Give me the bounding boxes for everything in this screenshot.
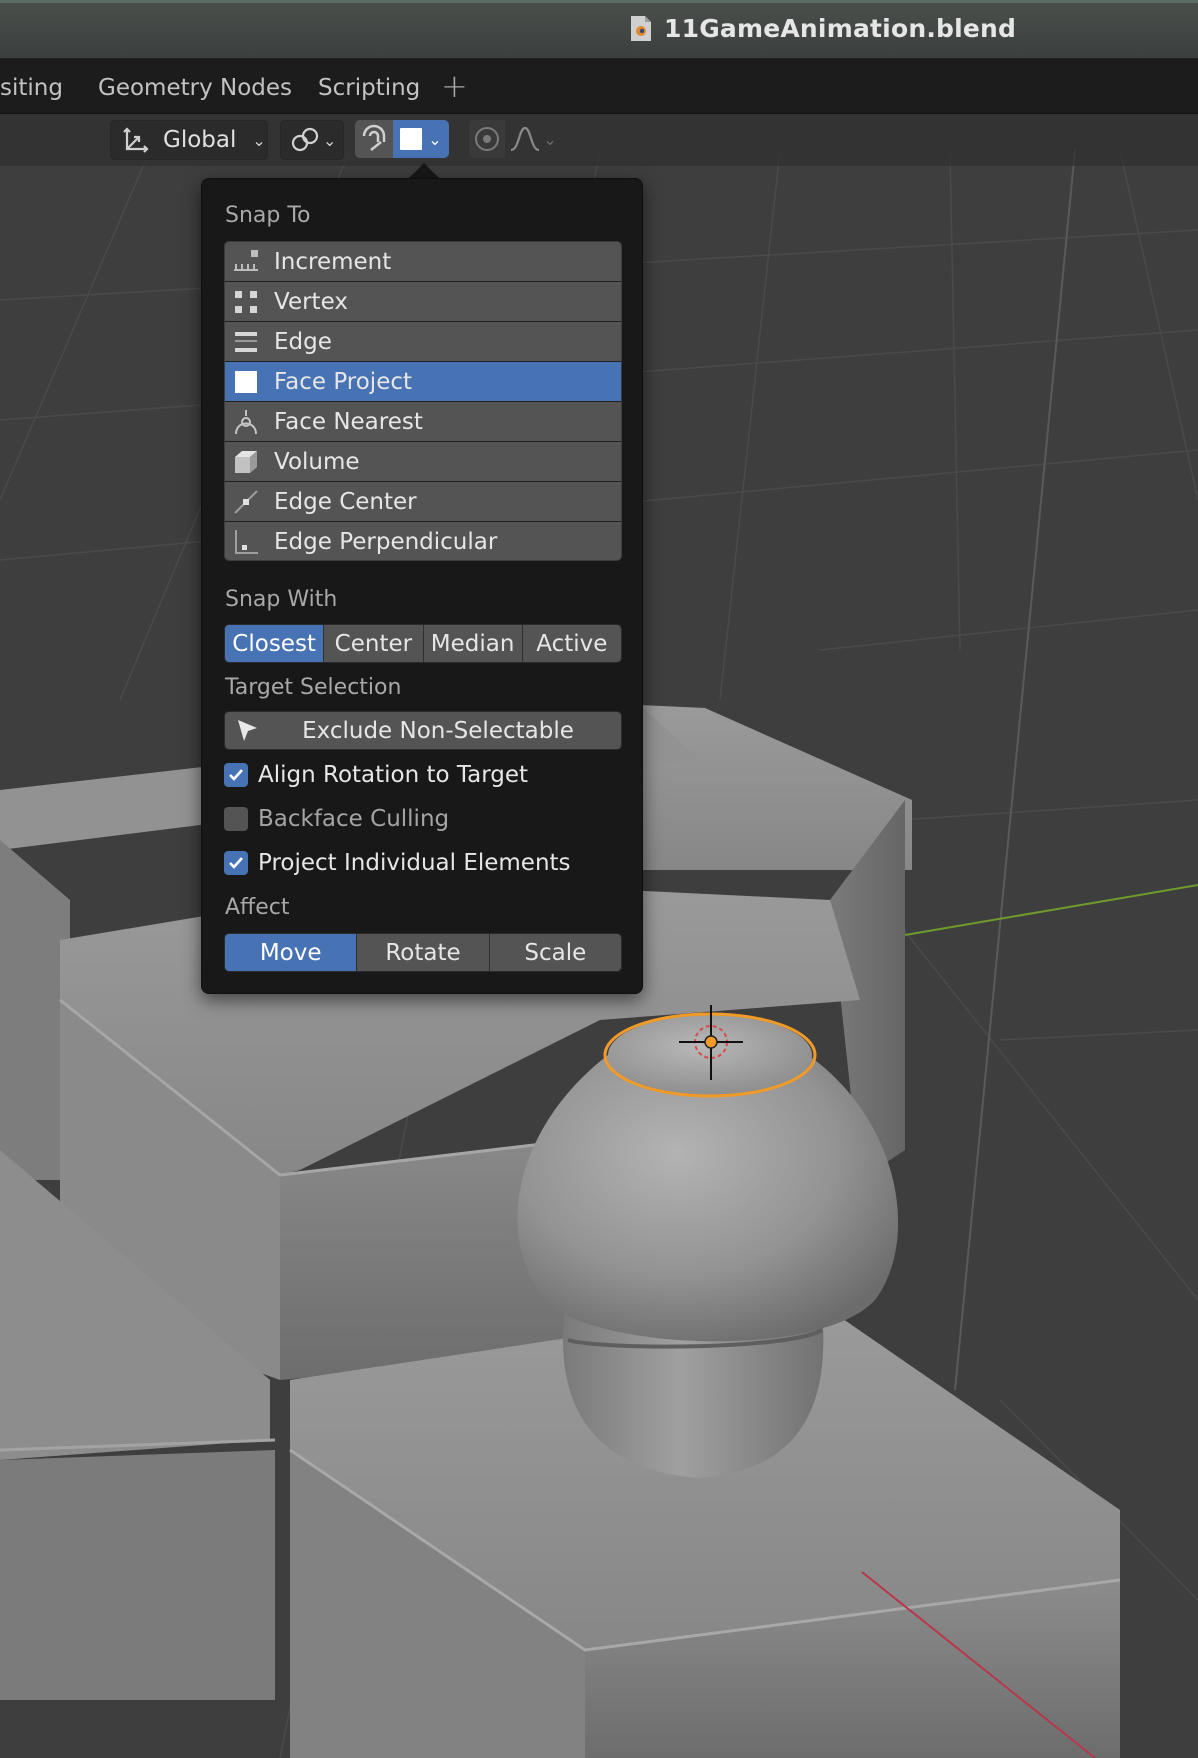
- pivot-point-dropdown[interactable]: ⌄: [280, 120, 344, 160]
- cursor-arrow-icon: [235, 717, 261, 749]
- snap-to-increment[interactable]: Increment: [225, 242, 621, 282]
- edge-center-icon: [232, 488, 260, 516]
- snap-with-median[interactable]: Median: [423, 625, 523, 662]
- transform-orientation-dropdown[interactable]: Global ⌄: [110, 120, 268, 160]
- window-title: 11GameAnimation.blend: [664, 14, 1017, 43]
- snap-control-group: ⌄: [355, 120, 449, 158]
- snap-to-item-label: Face Project: [274, 368, 413, 395]
- pivot-point-icon: [289, 126, 321, 154]
- snap-to-heading: Snap To: [225, 203, 311, 228]
- snap-to-face-project[interactable]: Face Project: [225, 362, 621, 402]
- blend-file-icon: [630, 15, 652, 42]
- snap-type-dropdown[interactable]: ⌄: [393, 120, 449, 158]
- face-project-icon: [400, 128, 423, 150]
- backface-culling-label: Backface Culling: [258, 806, 450, 832]
- snap-to-vertex[interactable]: Vertex: [225, 282, 621, 322]
- viewport-header: Global ⌄ ⌄ ⌄ ⌄: [0, 114, 1198, 166]
- increment-icon: [232, 248, 260, 276]
- project-individual-label: Project Individual Elements: [258, 850, 571, 876]
- snap-to-item-label: Edge Center: [274, 488, 417, 515]
- snap-to-edge-perpendicular[interactable]: Edge Perpendicular: [225, 522, 621, 560]
- project-individual-checkbox-row[interactable]: Project Individual Elements: [224, 850, 571, 876]
- backface-culling-checkbox-row[interactable]: Backface Culling: [224, 806, 449, 832]
- affect-rotate[interactable]: Rotate: [357, 934, 490, 971]
- edge-icon: [232, 328, 260, 356]
- volume-icon: [232, 448, 260, 476]
- snapping-popover: Snap To Increment Vertex Edge Face Proje…: [201, 178, 643, 994]
- proportional-editing-group: ⌄: [469, 120, 561, 158]
- snap-toggle-button[interactable]: [355, 120, 393, 158]
- snap-with-heading: Snap With: [225, 587, 338, 612]
- face-nearest-icon: [232, 408, 260, 436]
- window-title-wrap: 11GameAnimation.blend: [630, 14, 1016, 43]
- align-rotation-checkbox[interactable]: [224, 763, 248, 787]
- edge-perpendicular-icon: [232, 528, 260, 556]
- snap-to-face-nearest[interactable]: Face Nearest: [225, 402, 621, 442]
- align-rotation-label: Align Rotation to Target: [258, 762, 529, 788]
- tab-scripting[interactable]: Scripting: [318, 75, 420, 101]
- snap-to-item-label: Edge: [274, 328, 332, 355]
- backface-culling-checkbox[interactable]: [224, 807, 248, 831]
- title-bar-accent: [0, 0, 1198, 3]
- chevron-down-icon: ⌄: [543, 129, 557, 149]
- proportional-editing-toggle[interactable]: [469, 120, 505, 158]
- snap-to-item-label: Face Nearest: [274, 408, 423, 435]
- chevron-down-icon: ⌄: [252, 130, 266, 150]
- affect-selector: Move Rotate Scale: [224, 933, 622, 972]
- chevron-down-icon: ⌄: [428, 129, 442, 149]
- snap-with-center[interactable]: Center: [324, 625, 424, 662]
- face-project-icon: [232, 368, 260, 396]
- exclude-non-selectable-button[interactable]: Exclude Non-Selectable: [224, 711, 622, 750]
- snap-to-item-label: Edge Perpendicular: [274, 528, 498, 555]
- smooth-falloff-icon: [509, 125, 541, 153]
- tab-geometry-nodes[interactable]: Geometry Nodes: [98, 75, 292, 101]
- snap-with-active[interactable]: Active: [522, 625, 621, 662]
- align-rotation-checkbox-row[interactable]: Align Rotation to Target: [224, 762, 528, 788]
- popover-arrow: [408, 163, 440, 179]
- affect-move[interactable]: Move: [225, 934, 358, 971]
- snap-to-volume[interactable]: Volume: [225, 442, 621, 482]
- window-title-bar: 11GameAnimation.blend: [0, 0, 1198, 59]
- snap-to-list: Increment Vertex Edge Face Project Face …: [224, 241, 622, 561]
- transform-orientation-icon: [121, 125, 151, 155]
- snap-to-item-label: Increment: [274, 248, 392, 275]
- proportional-editing-icon: [473, 125, 501, 153]
- chevron-down-icon: ⌄: [323, 130, 337, 150]
- proportional-falloff-dropdown[interactable]: ⌄: [505, 120, 561, 158]
- affect-heading: Affect: [225, 895, 290, 920]
- workspace-tab-bar: siting Geometry Nodes Scripting +: [0, 59, 1198, 114]
- exclude-non-selectable-label: Exclude Non-Selectable: [302, 717, 574, 744]
- affect-scale[interactable]: Scale: [489, 934, 621, 971]
- snap-to-edge-center[interactable]: Edge Center: [225, 482, 621, 522]
- snap-to-item-label: Vertex: [274, 288, 348, 315]
- vertex-icon: [232, 288, 260, 316]
- snap-to-edge[interactable]: Edge: [225, 322, 621, 362]
- transform-orientation-label: Global: [163, 127, 237, 153]
- tab-compositing[interactable]: siting: [0, 75, 63, 101]
- snap-with-closest[interactable]: Closest: [225, 625, 325, 662]
- snap-with-selector: Closest Center Median Active: [224, 624, 622, 663]
- snap-to-item-label: Volume: [274, 448, 360, 475]
- magnet-icon: [359, 124, 389, 154]
- target-selection-heading: Target Selection: [225, 675, 402, 700]
- add-workspace-button[interactable]: +: [441, 67, 468, 105]
- project-individual-checkbox[interactable]: [224, 851, 248, 875]
